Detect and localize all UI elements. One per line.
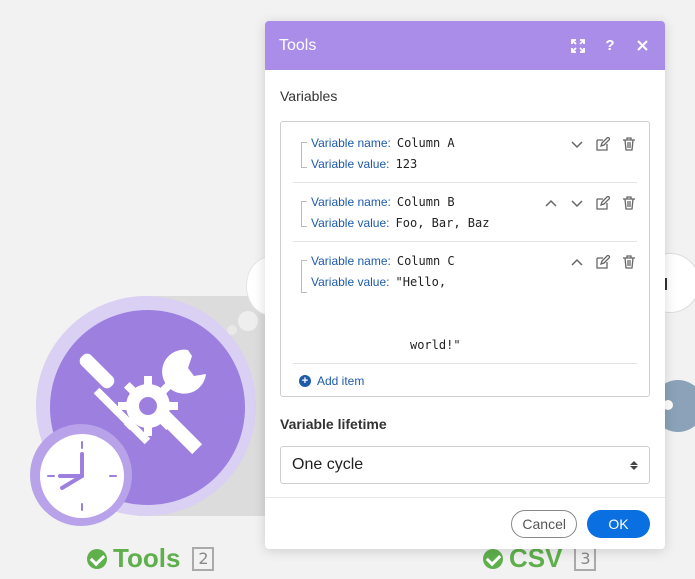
help-icon[interactable]: ? <box>601 37 619 55</box>
item-bracket <box>301 201 307 227</box>
variables-list: Variable name Column A Variable value 12… <box>280 121 650 397</box>
success-check-icon <box>483 548 503 569</box>
tools-module-label[interactable]: Tools 2 <box>87 543 215 574</box>
dialog-title: Tools <box>279 36 317 54</box>
variable-name-label: Variable name <box>311 251 391 272</box>
module-number-badge: 2 <box>192 546 215 571</box>
item-actions <box>543 195 637 211</box>
delete-icon[interactable] <box>621 195 637 211</box>
variable-value-row: Variable value Foo, Bar, Baz <box>311 213 637 234</box>
delete-icon[interactable] <box>621 254 637 270</box>
variable-value-label: Variable value <box>311 272 390 293</box>
ok-button[interactable]: OK <box>587 509 650 538</box>
add-item-label: Add item <box>317 374 365 388</box>
variable-value-row: Variable value "Hello, world!" <box>311 272 637 356</box>
add-item-button[interactable]: + Add item <box>293 364 637 388</box>
tools-dialog: Tools ? Variables Variable name Column A <box>265 21 665 549</box>
variable-item: Variable name Column B Variable value Fo… <box>293 183 637 242</box>
move-down-icon[interactable] <box>569 195 585 211</box>
variables-label: Variables <box>280 88 338 104</box>
select-value: One cycle <box>292 456 364 473</box>
item-bracket <box>301 142 307 168</box>
edit-icon[interactable] <box>595 136 611 152</box>
move-up-icon[interactable] <box>569 254 585 270</box>
expand-icon[interactable] <box>569 37 587 55</box>
item-actions <box>569 254 637 270</box>
variable-item: Variable name Column A Variable value 12… <box>293 124 637 183</box>
variable-name-value[interactable]: Column B <box>397 192 455 213</box>
item-bracket <box>301 260 307 293</box>
cancel-button[interactable]: Cancel <box>511 509 577 538</box>
close-icon[interactable] <box>633 37 651 55</box>
variable-value-value[interactable]: "Hello, world!" <box>396 272 461 356</box>
dialog-body: Variables Variable name Column A Variabl… <box>265 88 665 484</box>
module-name: Tools <box>113 543 181 573</box>
bubble-decoration-small <box>227 325 237 335</box>
edit-icon[interactable] <box>595 195 611 211</box>
variable-name-label: Variable name <box>311 133 391 154</box>
variable-value-value[interactable]: 123 <box>396 154 418 175</box>
variable-value-label: Variable value <box>311 154 390 175</box>
bubble-decoration <box>238 311 258 331</box>
plus-icon: + <box>299 375 311 387</box>
variable-item: Variable name Column C Variable value "H… <box>293 242 637 364</box>
variable-value-label: Variable value <box>311 213 390 234</box>
variable-name-value[interactable]: Column A <box>397 133 455 154</box>
variable-name-label: Variable name <box>311 192 391 213</box>
edit-icon[interactable] <box>595 254 611 270</box>
variable-value-value[interactable]: Foo, Bar, Baz <box>396 213 490 234</box>
dialog-header: Tools ? <box>265 21 665 70</box>
delete-icon[interactable] <box>621 136 637 152</box>
header-actions: ? <box>569 37 651 55</box>
move-up-icon[interactable] <box>543 195 559 211</box>
success-check-icon <box>87 548 107 569</box>
dialog-footer: Cancel OK <box>265 497 665 549</box>
select-caret-icon <box>630 460 638 470</box>
variable-lifetime-select[interactable]: One cycle <box>280 446 650 484</box>
move-down-icon[interactable] <box>569 136 585 152</box>
variable-name-value[interactable]: Column C <box>397 251 455 272</box>
item-actions <box>569 136 637 152</box>
variable-value-row: Variable value 123 <box>311 154 637 175</box>
module-number-badge: 3 <box>574 546 597 571</box>
variable-lifetime-label: Variable lifetime <box>280 416 387 432</box>
clock-icon <box>47 441 117 511</box>
